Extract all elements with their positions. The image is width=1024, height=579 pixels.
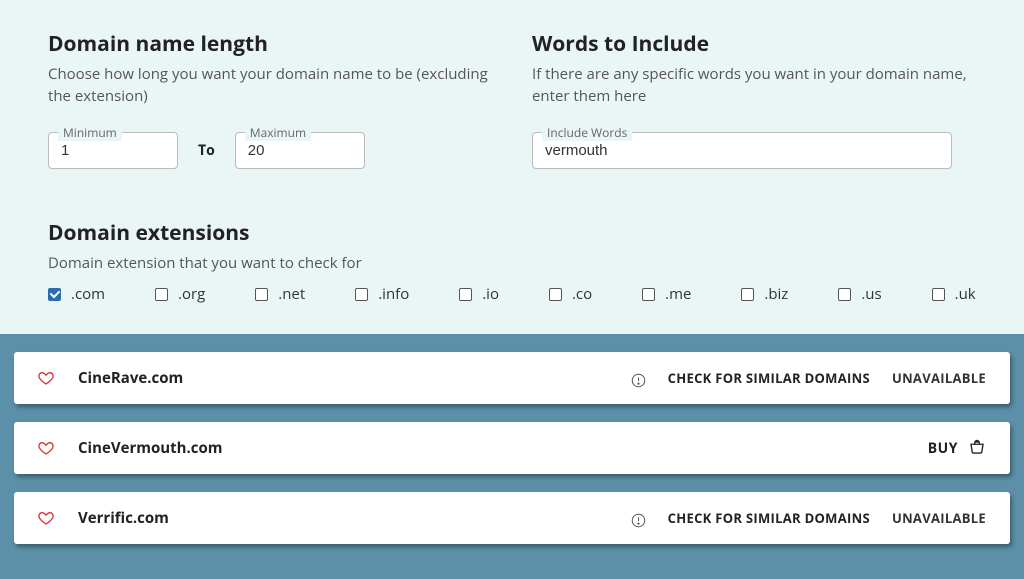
checkbox-icon[interactable] (642, 288, 655, 301)
heart-icon[interactable] (38, 370, 54, 386)
extensions-desc: Domain extension that you want to check … (48, 253, 976, 275)
result-actions: CHECK FOR SIMILAR DOMAINS UNAVAILABLE (631, 509, 986, 527)
include-words-label: Include Words (542, 124, 632, 141)
extensions-section: Domain extensions Domain extension that … (48, 219, 976, 305)
extension-option-us[interactable]: .us (838, 284, 881, 304)
extension-option-biz[interactable]: .biz (741, 284, 788, 304)
extension-label: .io (482, 284, 499, 304)
domain-name: CineVermouth.com (78, 438, 928, 458)
checkbox-icon[interactable] (932, 288, 945, 301)
checkbox-icon[interactable] (155, 288, 168, 301)
checkbox-icon[interactable] (48, 288, 61, 301)
extension-option-me[interactable]: .me (642, 284, 691, 304)
result-actions: CHECK FOR SIMILAR DOMAINS UNAVAILABLE (631, 369, 986, 387)
check-similar-link[interactable]: CHECK FOR SIMILAR DOMAINS (668, 509, 870, 527)
length-desc: Choose how long you want your domain nam… (48, 64, 492, 108)
buy-button[interactable]: BUY (928, 439, 986, 458)
buy-label: BUY (928, 439, 958, 458)
status-unavailable: UNAVAILABLE (892, 369, 986, 387)
extensions-title: Domain extensions (48, 219, 976, 247)
length-title: Domain name length (48, 30, 492, 58)
extension-option-com[interactable]: .com (48, 284, 105, 304)
domain-name: CineRave.com (78, 368, 631, 388)
extension-option-co[interactable]: .co (549, 284, 592, 304)
extension-label: .me (665, 284, 691, 304)
result-row: CineRave.com CHECK FOR SIMILAR DOMAINS UNA… (14, 352, 1010, 404)
maximum-label: Maximum (245, 124, 311, 141)
check-similar-link[interactable]: CHECK FOR SIMILAR DOMAINS (668, 369, 870, 387)
domain-length-section: Domain name length Choose how long you w… (48, 30, 492, 169)
warning-icon (631, 371, 646, 386)
words-include-section: Words to Include If there are any specif… (532, 30, 976, 169)
extension-label: .com (71, 284, 105, 304)
extension-option-uk[interactable]: .uk (932, 284, 976, 304)
words-desc: If there are any specific words you want… (532, 64, 976, 108)
extension-label: .co (572, 284, 592, 304)
heart-icon[interactable] (38, 510, 54, 526)
to-label: To (198, 141, 215, 160)
extension-option-net[interactable]: .net (255, 284, 305, 304)
checkbox-icon[interactable] (355, 288, 368, 301)
words-title: Words to Include (532, 30, 976, 58)
extension-label: .us (861, 284, 881, 304)
extension-label: .biz (764, 284, 788, 304)
result-row: CineVermouth.comBUY (14, 422, 1010, 474)
result-row: Verrific.com CHECK FOR SIMILAR DOMAINS UNA… (14, 492, 1010, 544)
warning-icon (631, 511, 646, 526)
minimum-label: Minimum (58, 124, 122, 141)
cart-icon (968, 439, 986, 457)
extension-option-org[interactable]: .org (155, 284, 205, 304)
extension-label: .info (378, 284, 409, 304)
domain-name: Verrific.com (78, 508, 631, 528)
extension-label: .uk (955, 284, 976, 304)
checkbox-icon[interactable] (549, 288, 562, 301)
checkbox-icon[interactable] (741, 288, 754, 301)
filters-panel: Domain name length Choose how long you w… (0, 0, 1024, 334)
checkbox-icon[interactable] (255, 288, 268, 301)
extension-label: .org (178, 284, 205, 304)
result-actions: BUY (928, 439, 986, 458)
status-unavailable: UNAVAILABLE (892, 509, 986, 527)
checkbox-icon[interactable] (459, 288, 472, 301)
heart-icon[interactable] (38, 440, 54, 456)
extension-option-io[interactable]: .io (459, 284, 499, 304)
extension-option-info[interactable]: .info (355, 284, 409, 304)
checkbox-icon[interactable] (838, 288, 851, 301)
extension-label: .net (278, 284, 305, 304)
